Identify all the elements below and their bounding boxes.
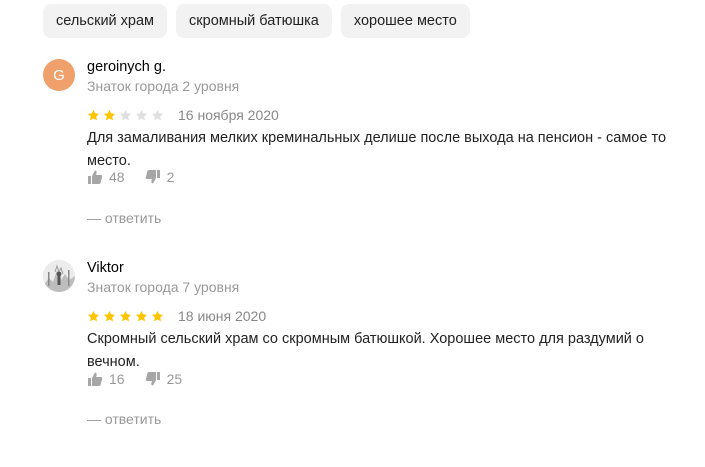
star-filled-icon: [135, 310, 148, 321]
star-empty-icon: [151, 109, 164, 120]
avatar-photo: [43, 260, 75, 292]
review-text: Для замаливания мелких креминальных дели…: [87, 130, 667, 169]
star-empty-icon: [135, 109, 148, 120]
review-date: 18 июня 2020: [178, 308, 267, 324]
avatar[interactable]: G: [43, 59, 75, 91]
review-date: 16 ноября 2020: [178, 107, 279, 123]
vote-row: 16 25: [87, 371, 182, 387]
star-filled-icon: [119, 310, 132, 321]
like-button[interactable]: 48: [87, 169, 125, 185]
tag-chip-rural-church[interactable]: сельский храм: [43, 4, 168, 38]
thumbs-up-icon: [88, 372, 103, 386]
author-name[interactable]: geroinych g.: [87, 59, 166, 75]
dislike-button[interactable]: 25: [145, 371, 183, 387]
rating-row: 16 ноября 2020: [87, 107, 279, 123]
tag-chip-good-place[interactable]: хорошее место: [340, 4, 470, 38]
dislike-button[interactable]: 2: [145, 169, 175, 185]
tag-chip-modest-priest[interactable]: скромный батюшка: [176, 4, 332, 38]
reply-link[interactable]: — ответить: [87, 411, 161, 427]
like-button[interactable]: 16: [87, 371, 125, 387]
star-filled-icon: [87, 109, 100, 120]
thumbs-up-icon: [88, 170, 103, 184]
author-level: Знаток города 2 уровня: [87, 78, 240, 94]
vote-row: 48 2: [87, 169, 174, 185]
like-count: 16: [109, 371, 125, 387]
avatar[interactable]: [43, 260, 75, 292]
thumbs-down-icon: [145, 372, 160, 386]
author-level: Знаток города 7 уровня: [87, 279, 240, 295]
avatar-letter: G: [53, 66, 65, 84]
star-filled-icon: [151, 310, 164, 321]
star-filled-icon: [103, 109, 116, 120]
star-rating: [87, 109, 164, 122]
dislike-count: 2: [166, 169, 175, 185]
review-text: Скромный сельский храм со скромным батюш…: [87, 331, 644, 370]
rating-row: 18 июня 2020: [87, 308, 266, 324]
star-filled-icon: [87, 310, 100, 321]
thumbs-down-icon: [145, 170, 160, 184]
tag-chips: сельский храм скромный батюшка хорошее м…: [43, 4, 470, 38]
star-rating: [87, 310, 164, 323]
like-count: 48: [109, 169, 125, 185]
star-filled-icon: [103, 310, 116, 321]
dislike-count: 25: [166, 371, 183, 387]
author-name[interactable]: Viktor: [87, 260, 124, 276]
reply-link[interactable]: — ответить: [87, 210, 161, 226]
star-empty-icon: [119, 109, 132, 120]
